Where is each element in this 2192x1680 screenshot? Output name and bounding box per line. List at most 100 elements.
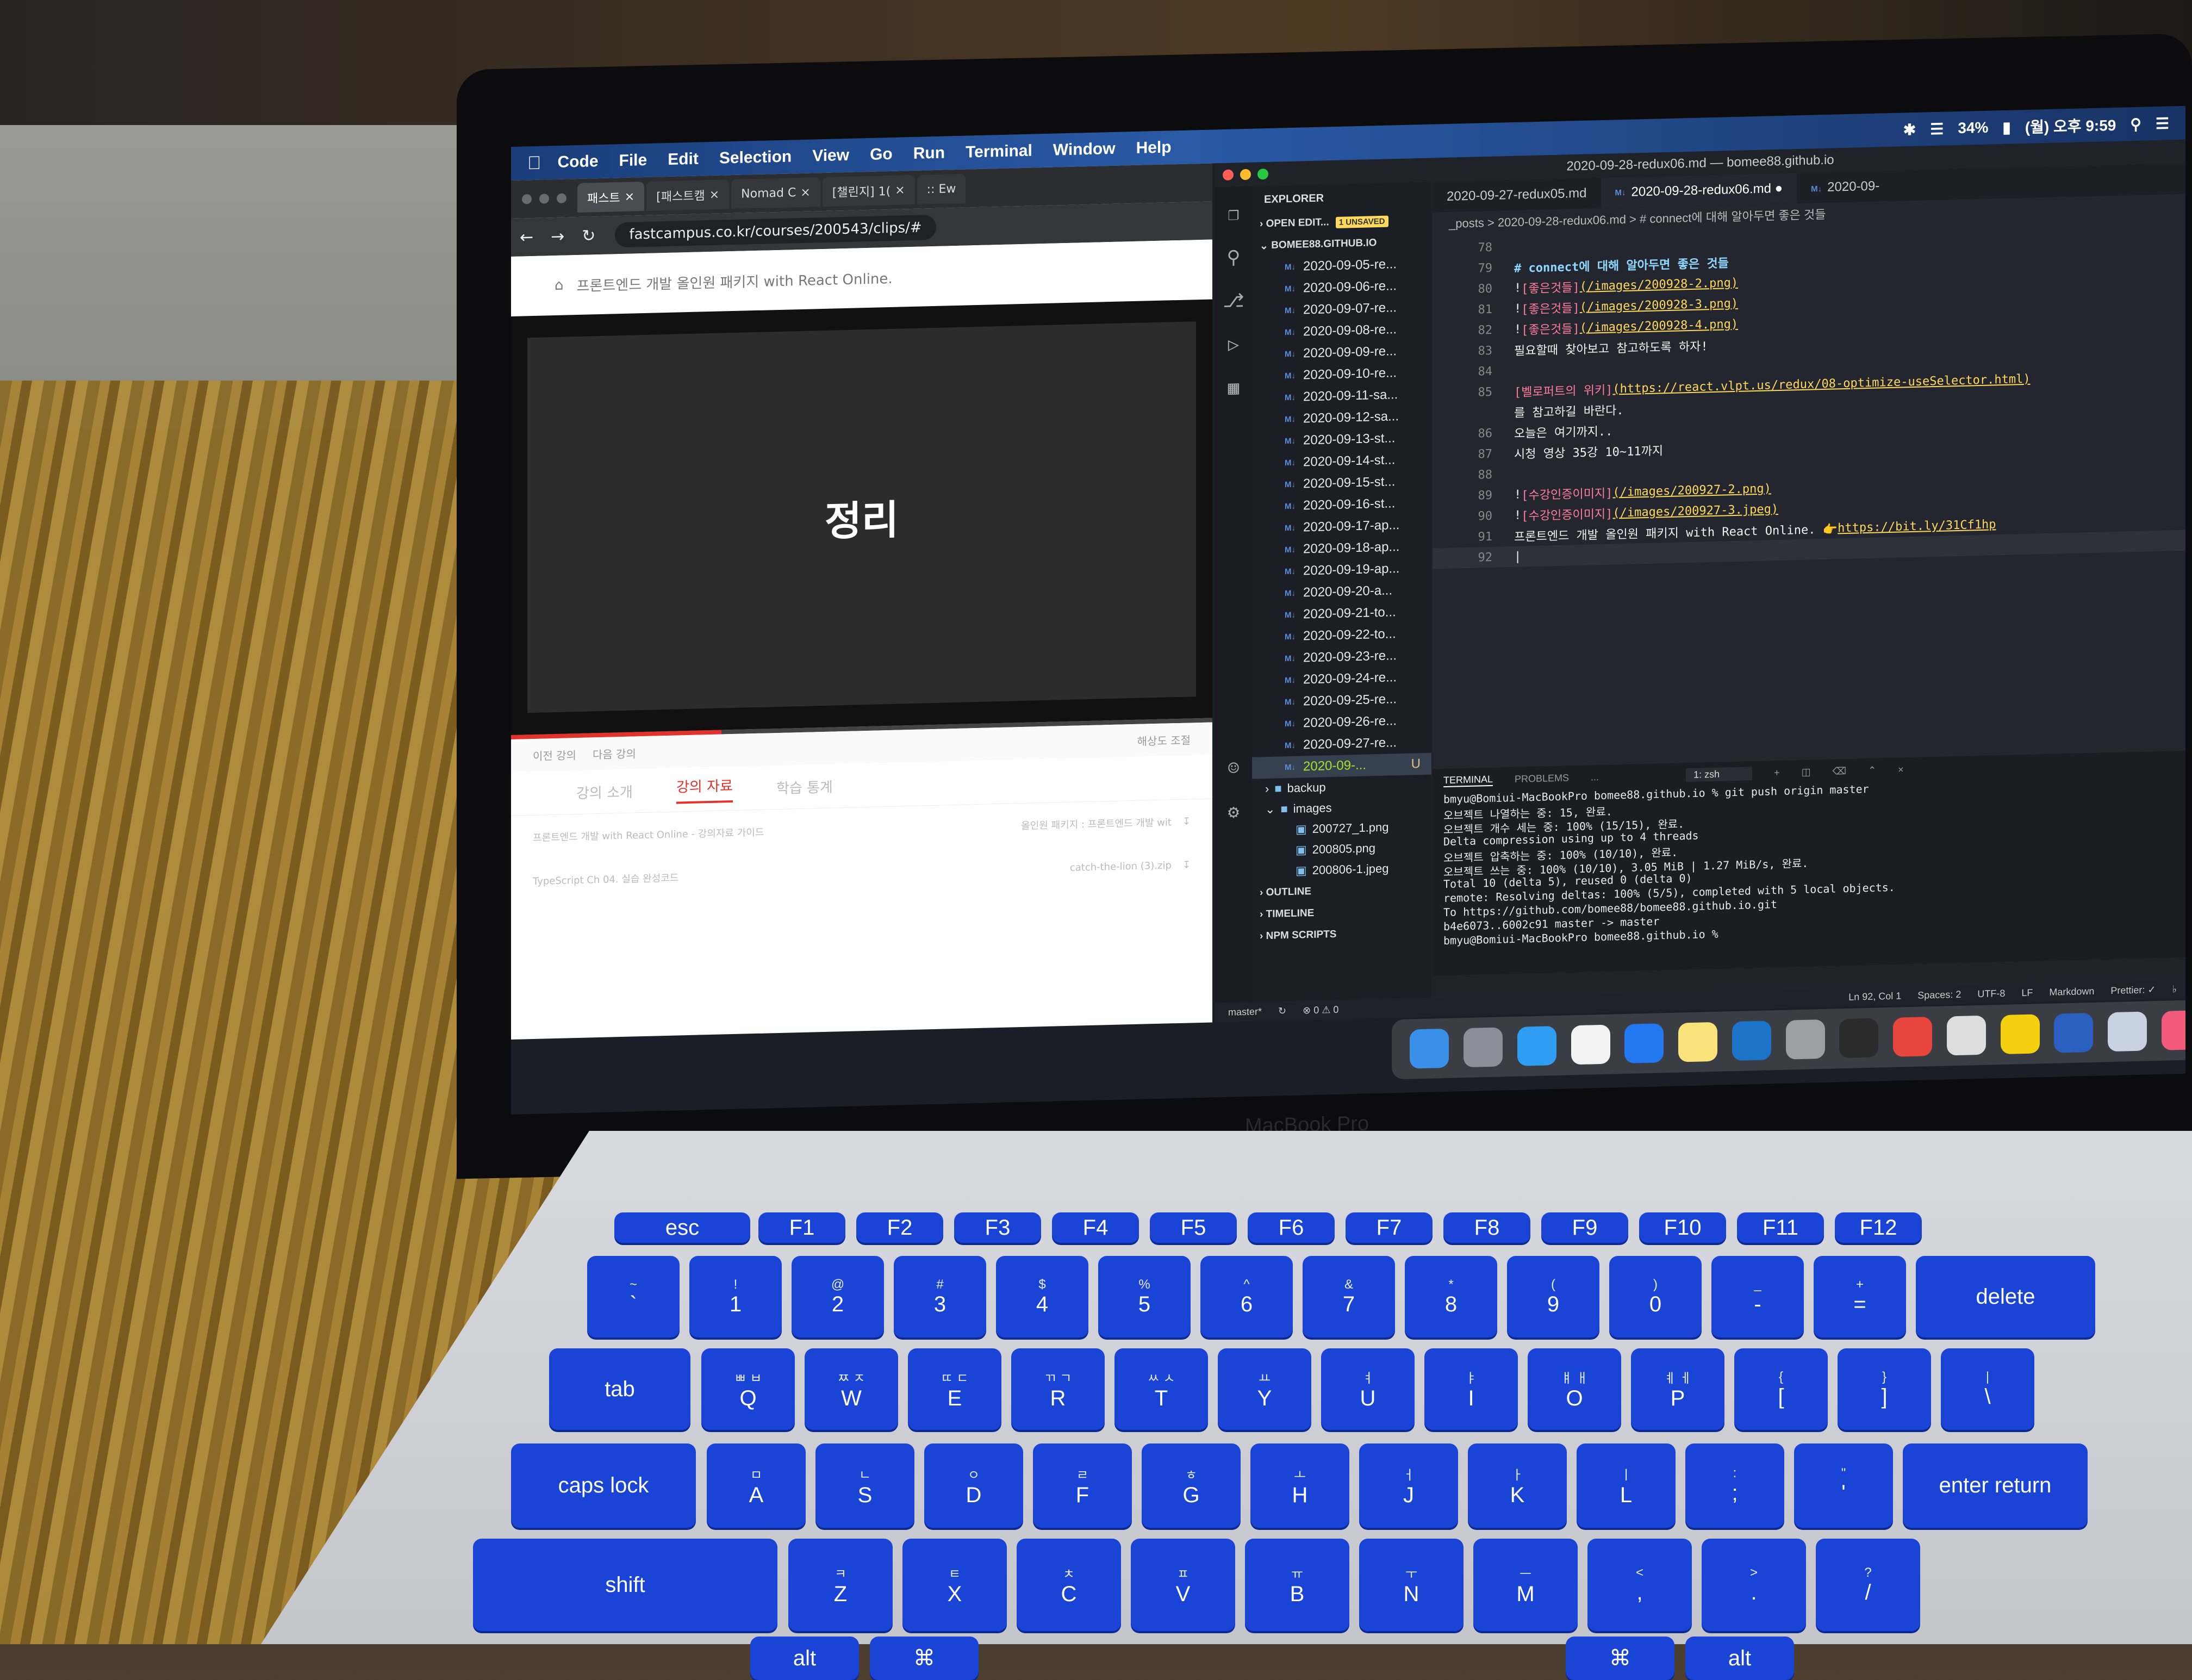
- prettier-status[interactable]: Prettier: ✓: [2110, 984, 2156, 997]
- key-letter[interactable]: :;: [1685, 1443, 1784, 1528]
- key-number[interactable]: ^ 6: [1200, 1256, 1293, 1337]
- zoom-button[interactable]: [557, 193, 566, 203]
- key-letter[interactable]: ㅃ ㅂQ: [701, 1348, 795, 1430]
- key-f2[interactable]: F2: [856, 1212, 943, 1243]
- menu-app-name[interactable]: Code: [558, 152, 599, 172]
- line-ending[interactable]: LF: [2021, 987, 2033, 999]
- download-icon[interactable]: ↧: [1182, 816, 1191, 827]
- key-letter[interactable]: | \: [1941, 1348, 2034, 1430]
- key-letter[interactable]: {[: [1734, 1348, 1828, 1430]
- key-letter[interactable]: ㅜN: [1359, 1539, 1464, 1631]
- extensions-icon[interactable]: ▦: [1228, 377, 1239, 399]
- cursor-position[interactable]: Ln 92, Col 1: [1848, 990, 1901, 1003]
- run-debug-icon[interactable]: ▷: [1228, 333, 1239, 356]
- battery-icon[interactable]: ▮: [2002, 118, 2010, 136]
- key-number[interactable]: (9: [1507, 1256, 1599, 1337]
- key-letter[interactable]: ㅓJ: [1359, 1443, 1458, 1528]
- search-icon[interactable]: ⚲: [2130, 115, 2141, 133]
- key-letter[interactable]: ㅍV: [1131, 1539, 1235, 1631]
- key-letter[interactable]: " ': [1794, 1443, 1893, 1528]
- key-f3[interactable]: F3: [954, 1212, 1041, 1243]
- menu-go[interactable]: Go: [870, 145, 893, 164]
- key-modifier[interactable]: alt: [1685, 1637, 1794, 1680]
- key-f12[interactable]: F12: [1835, 1212, 1922, 1243]
- launchpad-icon[interactable]: [1464, 1027, 1503, 1068]
- editor-tab-active[interactable]: M↓ 2020-09-28-redux06.md ●: [1601, 173, 1797, 209]
- quality-button[interactable]: 해상도 조절: [1137, 731, 1191, 748]
- home-icon[interactable]: ⌂: [555, 277, 564, 294]
- prev-lecture-button[interactable]: 이전 강의: [533, 746, 576, 763]
- trash-icon[interactable]: ⌫: [1833, 765, 1846, 777]
- key-f6[interactable]: F6: [1248, 1212, 1335, 1243]
- key-letter[interactable]: ㅖ ㅔP: [1631, 1348, 1724, 1430]
- key-letter[interactable]: ㅇD: [924, 1443, 1023, 1528]
- editor-tab[interactable]: M↓ 2020-09-: [1797, 178, 1894, 196]
- key-letter[interactable]: ㄹF: [1033, 1443, 1132, 1528]
- apple-icon[interactable]: : [527, 152, 541, 174]
- video-player[interactable]: 정리: [511, 299, 1212, 735]
- key-letter[interactable]: ㅑI: [1424, 1348, 1518, 1430]
- key-letter[interactable]: ㅛY: [1218, 1348, 1311, 1430]
- safari-icon[interactable]: [1517, 1026, 1556, 1066]
- key-letter[interactable]: ㅊC: [1017, 1539, 1121, 1631]
- minimize-button[interactable]: [1240, 169, 1251, 181]
- close-button[interactable]: [1223, 169, 1234, 181]
- key-letter[interactable]: ㅁA: [707, 1443, 806, 1528]
- app-store-icon[interactable]: [1624, 1023, 1664, 1063]
- key-number[interactable]: ) 0: [1609, 1256, 1702, 1337]
- key-letter[interactable]: <,: [1587, 1539, 1692, 1631]
- source-control-icon[interactable]: ⎇: [1223, 290, 1244, 312]
- battery-percent[interactable]: 34%: [1958, 119, 1988, 137]
- key-number[interactable]: @2: [792, 1256, 884, 1337]
- key-number[interactable]: & 7: [1303, 1256, 1395, 1337]
- key-f8[interactable]: F8: [1443, 1212, 1530, 1243]
- clock[interactable]: (월) 오후 9:59: [2025, 114, 2116, 138]
- wifi-icon[interactable]: ☰: [1930, 120, 1944, 138]
- bluetooth-icon[interactable]: ✱: [1903, 120, 1916, 139]
- control-center-icon[interactable]: ☰: [2156, 114, 2169, 133]
- key-letter[interactable]: ㄴS: [815, 1443, 914, 1528]
- tab-terminal[interactable]: TERMINAL: [1443, 773, 1493, 787]
- zoom-button[interactable]: [1257, 168, 1268, 180]
- encoding[interactable]: UTF-8: [1977, 987, 2005, 999]
- key-number[interactable]: * 8: [1405, 1256, 1497, 1337]
- sync-icon[interactable]: ↻: [1278, 1005, 1286, 1017]
- music-icon[interactable]: [2161, 1010, 2185, 1050]
- key-letter[interactable]: ㄲ ㄱR: [1011, 1348, 1105, 1430]
- problems-status[interactable]: ⊗ 0 ⚠ 0: [1303, 1004, 1338, 1016]
- key-f7[interactable]: F7: [1346, 1212, 1433, 1243]
- key-letter[interactable]: >.: [1702, 1539, 1806, 1631]
- plus-icon[interactable]: +: [1774, 767, 1780, 778]
- key-number[interactable]: ~ `: [587, 1256, 680, 1337]
- key-modifier[interactable]: alt: [750, 1637, 859, 1680]
- tab-stats[interactable]: 학습 통계: [776, 776, 833, 798]
- key-number[interactable]: ! 1: [689, 1256, 782, 1337]
- terminal-icon[interactable]: [1839, 1018, 1879, 1059]
- key-letter[interactable]: ㅎG: [1142, 1443, 1241, 1528]
- split-icon[interactable]: ◫: [1802, 766, 1811, 777]
- key-letter[interactable]: ㅆ ㅅT: [1114, 1348, 1208, 1430]
- menu-terminal[interactable]: Terminal: [966, 142, 1032, 162]
- calendar-icon[interactable]: [1571, 1024, 1610, 1065]
- browser-tab-active[interactable]: 패스트 ×: [577, 182, 645, 213]
- browser-tab[interactable]: :: Ew: [917, 173, 966, 204]
- chevron-up-icon[interactable]: ⌃: [1868, 764, 1876, 776]
- notes-icon[interactable]: [1678, 1022, 1718, 1062]
- shell-select[interactable]: 1: zsh: [1686, 766, 1753, 782]
- language-mode[interactable]: Markdown: [2049, 985, 2094, 998]
- key-f9[interactable]: F9: [1541, 1212, 1628, 1243]
- finder-icon[interactable]: [1410, 1028, 1449, 1069]
- menu-edit[interactable]: Edit: [668, 150, 699, 169]
- key-letter[interactable]: ㅉ ㅈW: [805, 1348, 898, 1430]
- minimize-button[interactable]: [539, 194, 549, 204]
- key-f1[interactable]: F1: [758, 1212, 845, 1243]
- menu-selection[interactable]: Selection: [719, 147, 792, 167]
- word-icon[interactable]: [2054, 1012, 2094, 1053]
- forward-icon[interactable]: →: [551, 227, 564, 246]
- gear-icon[interactable]: ⚙: [1228, 801, 1239, 823]
- bell-icon[interactable]: ♭: [2172, 984, 2177, 995]
- tab-problems[interactable]: PROBLEMS: [1515, 772, 1569, 785]
- terminal-output[interactable]: bmyu@Bomiui-MacBookPro bomee88.github.io…: [1433, 775, 2185, 949]
- kakaotalk-icon[interactable]: [2000, 1014, 2040, 1055]
- menu-run[interactable]: Run: [913, 144, 945, 163]
